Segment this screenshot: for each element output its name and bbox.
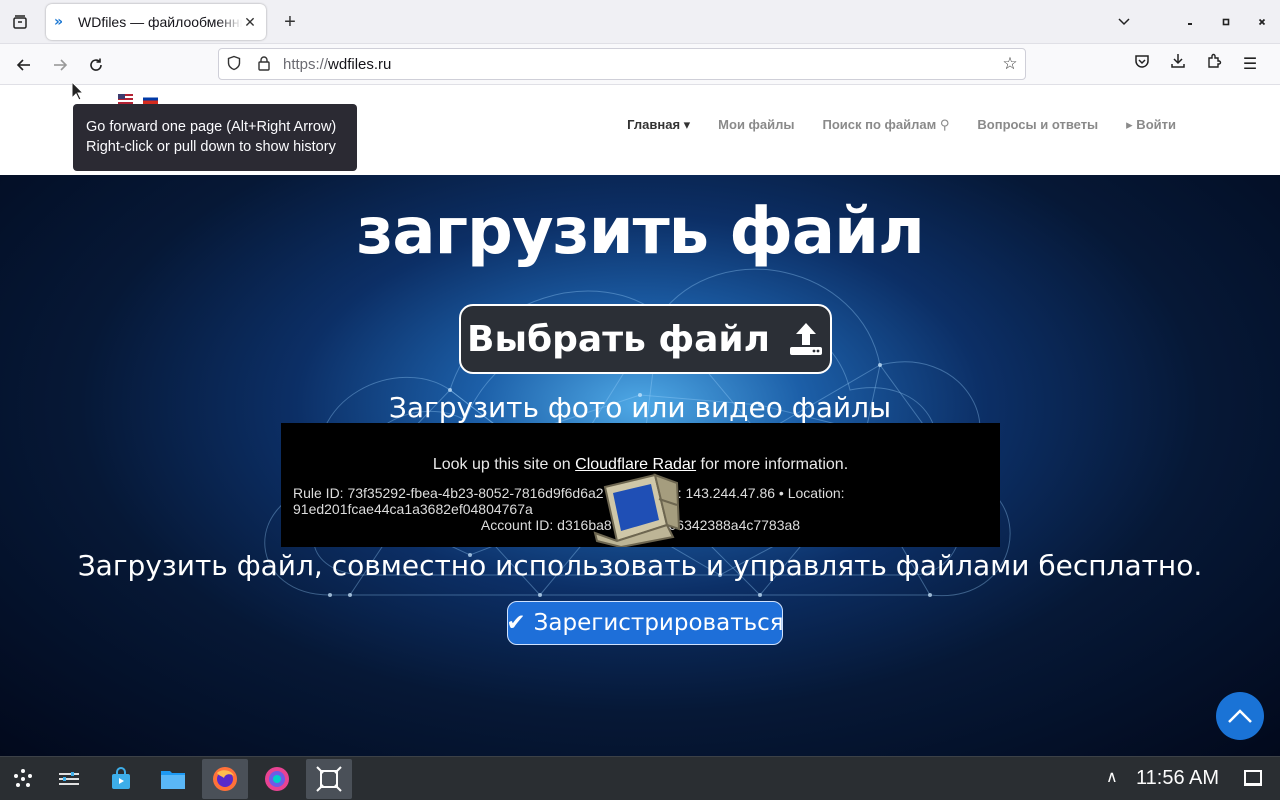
tab-title: WDfiles — файлообменник: [78, 14, 242, 30]
nav-file-search[interactable]: Поиск по файлам ⚲: [823, 117, 950, 133]
system-settings-icon[interactable]: [46, 759, 92, 799]
register-label: Зарегистрироваться: [533, 610, 784, 636]
choose-file-button[interactable]: Выбрать файл: [459, 304, 832, 374]
browser-tab[interactable]: » WDfiles — файлообменник ✕: [46, 4, 266, 40]
close-window-icon[interactable]: [1244, 14, 1280, 30]
maximize-icon[interactable]: [1208, 14, 1244, 30]
hero-subtitle: Загрузить фото или видео файлы: [388, 391, 892, 424]
forward-button[interactable]: [47, 52, 73, 78]
file-manager-icon[interactable]: [150, 759, 196, 799]
address-bar[interactable]: https://wdfiles.ru ☆: [218, 48, 1026, 80]
toolbar-right: ☰: [1124, 52, 1268, 78]
cloudflare-rule-id: Rule ID: 73f35292-fbea-4b23-8052-7816d9f…: [293, 485, 845, 517]
tracking-shield-icon[interactable]: [219, 55, 249, 74]
tooltip-line-2: Right-click or pull down to show history: [86, 139, 336, 155]
tab-list-chevron-icon[interactable]: [1106, 14, 1142, 31]
system-tray-expand-icon[interactable]: ∧: [1106, 767, 1118, 787]
cloudflare-block-panel: Look up this site on Cloudflare Radar fo…: [281, 423, 1000, 547]
new-tab-button[interactable]: +: [278, 10, 302, 34]
url-text[interactable]: https://wdfiles.ru: [283, 56, 995, 73]
minimize-icon[interactable]: [1172, 14, 1208, 30]
close-tab-icon[interactable]: ✕: [242, 14, 258, 31]
site-nav: Главная ▾ Мои файлы Поиск по файлам ⚲ Во…: [627, 117, 1176, 133]
pocket-icon[interactable]: [1124, 52, 1160, 78]
extensions-icon[interactable]: [1196, 52, 1232, 78]
hero-title: загрузить файл: [356, 195, 925, 269]
register-button[interactable]: ✔ Зарегистрироваться: [506, 601, 784, 645]
retro-computer-icon: [593, 473, 681, 547]
flag-en-icon[interactable]: [118, 94, 133, 104]
browser-tab-bar: » WDfiles — файлообменник ✕ +: [0, 0, 1280, 44]
upload-icon: [789, 323, 822, 355]
browser-nav-bar: https://wdfiles.ru ☆ ☰: [0, 44, 1280, 85]
web-page: WD Главная ▾ Мои файлы Поиск по файлам ⚲…: [0, 85, 1280, 756]
clock[interactable]: 11:56 AM: [1136, 767, 1219, 790]
scroll-to-top-button[interactable]: [1216, 692, 1264, 740]
lock-icon[interactable]: [249, 55, 279, 74]
language-switcher: [118, 94, 158, 104]
show-desktop-icon[interactable]: [1244, 770, 1262, 786]
mouse-cursor-icon: [72, 82, 84, 100]
app-launcher-icon[interactable]: [0, 759, 46, 799]
nav-login[interactable]: ▸ Войти: [1126, 117, 1176, 133]
taskbar: ∧ 11:56 AM: [0, 756, 1280, 800]
back-button[interactable]: [11, 52, 37, 78]
nav-faq[interactable]: Вопросы и ответы: [977, 117, 1098, 133]
downloads-icon[interactable]: [1160, 52, 1196, 78]
hero-tagline: Загрузить файл, совместно использовать и…: [77, 549, 1203, 582]
list-all-tabs-icon[interactable]: [8, 10, 32, 34]
firefox-icon[interactable]: [202, 759, 248, 799]
menu-hamburger-icon[interactable]: ☰: [1232, 52, 1268, 78]
bookmark-star-icon[interactable]: ☆: [995, 54, 1025, 74]
nav-home[interactable]: Главная ▾: [627, 117, 690, 133]
site-favicon-icon: »: [54, 14, 64, 30]
window-controls: [1106, 0, 1280, 44]
nav-my-files[interactable]: Мои файлы: [718, 117, 794, 133]
flag-ru-icon[interactable]: [143, 94, 158, 104]
chevron-up-icon: [1228, 709, 1252, 723]
hero-section: загрузить файл Выбрать файл Загрузить фо…: [0, 175, 1280, 756]
forward-tooltip: Go forward one page (Alt+Right Arrow) Ri…: [73, 104, 357, 171]
discover-store-icon[interactable]: [98, 759, 144, 799]
choose-file-label: Выбрать файл: [467, 318, 770, 360]
check-icon: ✔: [506, 610, 526, 636]
reload-button[interactable]: [83, 52, 109, 78]
window-overview-icon[interactable]: [306, 759, 352, 799]
color-picker-app-icon[interactable]: [254, 759, 300, 799]
tooltip-line-1: Go forward one page (Alt+Right Arrow): [86, 119, 337, 135]
